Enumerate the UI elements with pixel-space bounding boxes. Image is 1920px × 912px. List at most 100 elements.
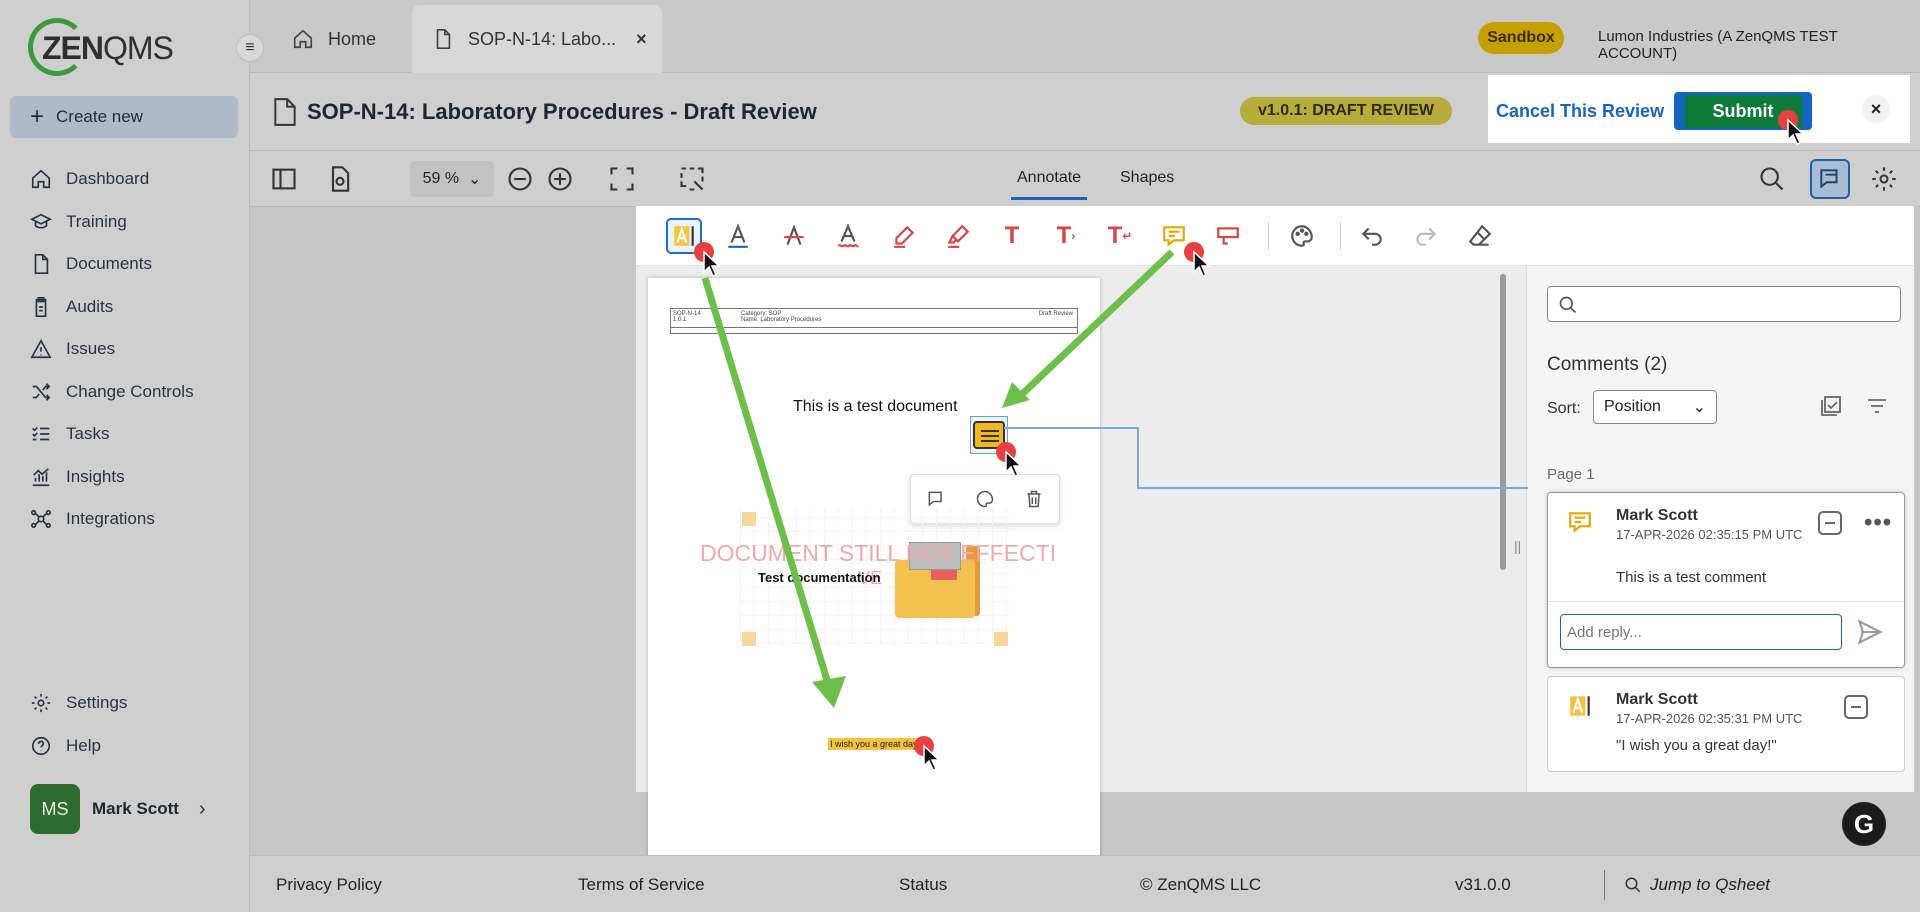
document-settings-icon[interactable] [326,165,354,193]
zenqms-logo[interactable]: ZENQMS [28,18,178,76]
filter-icon[interactable] [1865,394,1889,418]
panel-resize-handle[interactable]: || [1514,538,1521,554]
copyright: © ZenQMS LLC [1140,875,1262,894]
sticky-note-annotation[interactable] [970,416,1008,454]
sidebar-item-change-controls[interactable]: Change Controls [0,371,250,414]
redo-icon [1416,227,1437,246]
reply-input[interactable] [1560,614,1842,650]
fullscreen-icon[interactable] [608,165,636,193]
cancel-review-link[interactable]: Cancel This Review [1496,101,1664,122]
terms-link[interactable]: Terms of Service [578,875,705,895]
comment-icon[interactable] [926,489,946,509]
comment-card[interactable]: Mark Scott 17-APR-2026 02:35:15 PM UTC T… [1547,492,1905,668]
comment-icon [1820,169,1838,189]
note-icon [1566,509,1594,535]
text-replace-tool[interactable]: T ↵ [1102,218,1138,254]
zoom-in-icon[interactable] [546,165,574,193]
account-name[interactable]: Lumon Industries (A ZenQMS TEST ACCOUNT) [1598,28,1920,62]
document-icon [34,254,49,275]
app-version: v31.0.0 [1455,875,1511,894]
sidebar-item-dashboard[interactable]: Dashboard [0,158,250,201]
free-text-tool[interactable]: T [994,218,1030,254]
collapse-icon[interactable] [1844,695,1868,719]
underline-tool[interactable] [720,218,756,254]
sidebar-item-issues[interactable]: Issues [0,328,250,371]
page-group-label: Page 1 [1547,466,1595,483]
sidebar-item-help[interactable]: Help [0,725,250,768]
tab-shapes[interactable]: Shapes [1120,169,1174,187]
status-link[interactable]: Status [899,875,947,895]
sidebar-item-integrations[interactable]: Integrations [0,498,250,541]
sidebar-item-training[interactable]: Training [0,201,250,244]
viewer-toolbar: 59 % ⌄ Annotate Shapes [250,151,1920,207]
resize-handle[interactable] [742,512,756,526]
plus-icon: + [30,103,45,130]
comment-timestamp: 17-APR-2026 02:35:15 PM UTC [1616,527,1803,542]
submit-button[interactable]: Submit [1674,92,1812,130]
eraser-tool[interactable] [1462,218,1498,254]
sidebar-item-settings[interactable]: Settings [0,682,250,725]
tab-annotate[interactable]: Annotate [1010,169,1088,200]
resize-handle[interactable] [742,632,756,646]
zoom-select[interactable]: 59 % ⌄ [410,161,494,197]
resize-handle[interactable] [994,632,1008,646]
sidebar-item-tasks[interactable]: Tasks [0,413,250,456]
text-highlight-icon [1566,693,1594,719]
close-icon[interactable]: × [1862,95,1890,123]
tab-document[interactable]: SOP-N-14: Labo... × [412,5,662,73]
zoom-out-icon[interactable] [506,165,534,193]
comment-timestamp: 17-APR-2026 02:35:31 PM UTC [1616,711,1803,726]
jump-to-qsheet[interactable]: Jump to Qsheet [1624,875,1770,895]
insert-text-tool[interactable] [1210,218,1246,254]
document-icon [436,29,451,49]
highlight-text-tool[interactable] [666,218,702,254]
highlight-annotation[interactable]: I wish you a great day! [828,738,923,750]
color-palette-tool[interactable] [1284,218,1320,254]
multi-select-icon[interactable] [1819,394,1843,418]
grammarly-icon[interactable]: G [1842,802,1886,846]
sidebar-item-insights[interactable]: Insights [0,456,250,499]
callout-tool[interactable]: T › [1048,218,1084,254]
squiggly-tool[interactable] [830,218,866,254]
comment-icon [1163,226,1185,247]
sort-select[interactable]: Position ⌄ [1593,390,1717,424]
sticky-note-tool[interactable] [1156,218,1192,254]
marker-icon [947,224,970,248]
comment-author: Mark Scott [1616,691,1698,708]
chevron-down-icon: ⌄ [1692,399,1706,416]
sidebar-item-audits[interactable]: Audits [0,286,250,329]
comments-panel: Comments (2) Sort: Position ⌄ Page 1 Mark… [1526,266,1914,792]
create-new-button[interactable]: + Create new [10,96,238,138]
shuffle-icon [32,382,51,401]
sidebar-toggle-icon[interactable] [270,165,298,193]
user-menu[interactable]: MS Mark Scott › [30,784,206,834]
freehand-tool[interactable] [886,218,922,254]
strikethrough-tool[interactable] [776,218,812,254]
gear-icon[interactable] [1870,165,1898,193]
more-options-icon[interactable]: ••• [1864,509,1892,537]
privacy-policy-link[interactable]: Privacy Policy [276,875,382,895]
trash-icon[interactable] [1024,489,1044,509]
user-name: Mark Scott [92,799,179,818]
search-icon[interactable] [1758,165,1786,193]
document-icon [274,98,296,126]
palette-icon[interactable] [975,489,995,509]
tab-home[interactable]: Home [292,5,376,73]
version-badge: v1.0.1: DRAFT REVIEW [1240,97,1453,125]
freehand-highlight-tool[interactable] [940,218,976,254]
sidebar-item-documents[interactable]: Documents [0,243,250,286]
undo-icon [1361,227,1382,246]
footer: Privacy Policy Terms of Service Status ©… [250,855,1920,912]
home-icon [31,169,51,189]
undo-button[interactable] [1354,218,1390,254]
select-area-icon[interactable] [678,165,706,193]
close-tab-icon[interactable]: × [636,29,647,50]
sidebar-collapse-button[interactable]: ≡ [236,34,264,62]
comments-panel-toggle[interactable] [1810,159,1850,199]
comments-search-input[interactable] [1547,286,1901,322]
comment-card[interactable]: Mark Scott 17-APR-2026 02:35:31 PM UTC "… [1547,676,1905,772]
redo-button[interactable] [1408,218,1444,254]
scrollbar[interactable] [1500,274,1506,570]
collapse-icon[interactable] [1818,511,1842,535]
send-icon[interactable] [1856,618,1884,646]
